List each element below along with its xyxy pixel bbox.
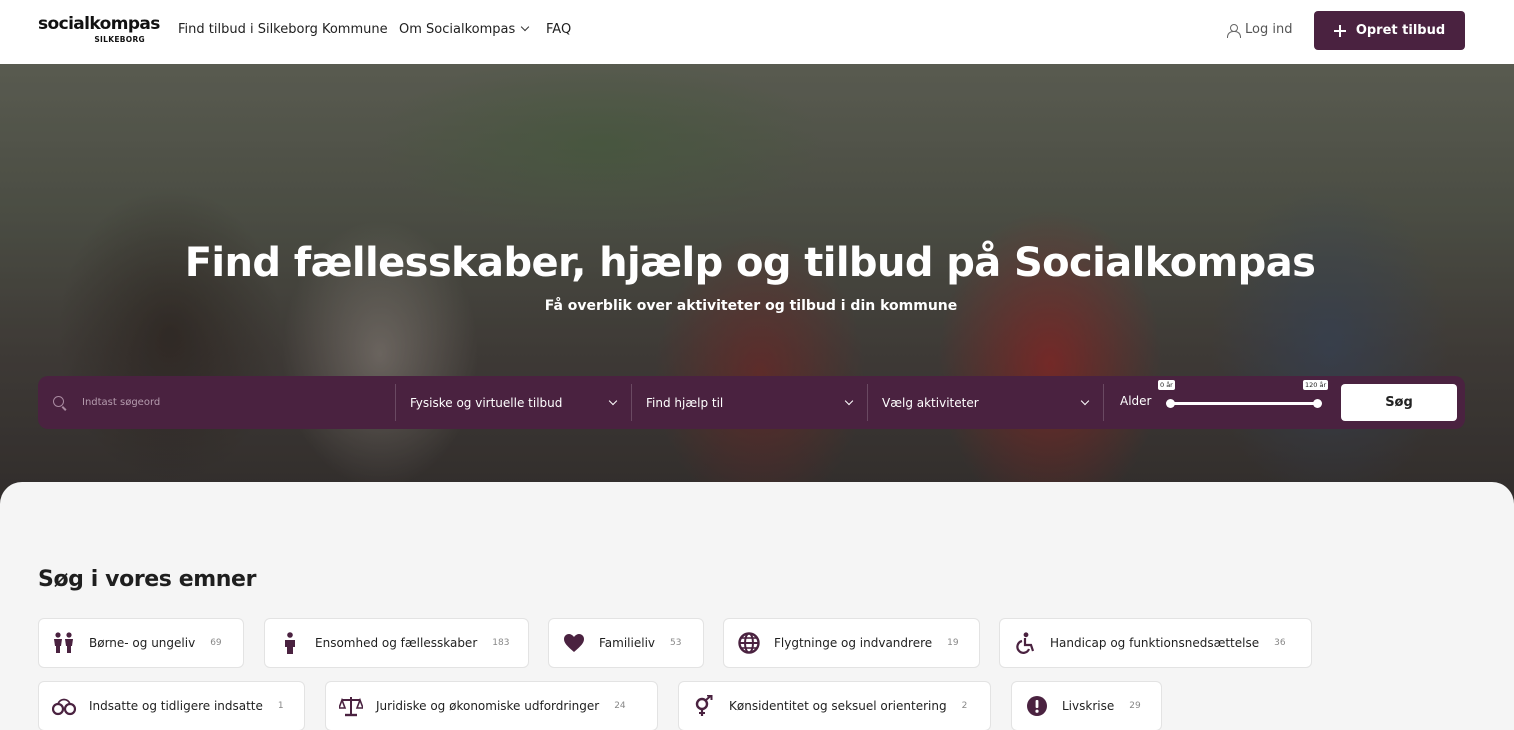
topic-count: 36 [1274,638,1286,648]
handcuffs-icon [52,694,76,718]
topic-chip[interactable]: Indsatte og tidligere indsatte 1 [38,681,305,730]
topic-count: 19 [947,638,959,648]
topic-label: Indsatte og tidligere indsatte [89,699,263,713]
age-max-tooltip: 120 år [1303,380,1329,390]
chevron-down-icon [521,22,530,32]
age-min-tooltip: 0 år [1158,380,1175,390]
create-offer-button[interactable]: Opret tilbud [1314,11,1465,50]
age-range-slider[interactable]: 0 år 120 år [1158,380,1329,408]
topic-chip[interactable]: Handicap og funktionsnedsættelse 36 [999,618,1312,668]
hero-subtitle: Få overblik over aktiviteter og tilbud i… [544,298,958,314]
topic-label: Livskrise [1062,699,1115,713]
hero-banner: Find fællesskaber, hjælp og tilbud på So… [0,64,1514,504]
topic-count: 2 [961,701,968,711]
globe-icon [737,631,761,655]
topic-chip[interactable]: Juridiske og økonomiske udfordringer 24 [325,681,658,730]
site-logo[interactable]: socialkompas SILKEBORG [38,14,160,48]
nav-find-tilbud[interactable]: Find tilbud i Silkeborg Kommune [178,21,388,39]
topic-chip[interactable]: Ensomhed og fællesskaber 183 [264,618,529,668]
gender-icon [692,694,716,718]
children-icon [52,631,76,655]
user-icon [1227,23,1241,38]
login-label: Log ind [1245,22,1293,37]
age-max-handle[interactable] [1313,399,1322,408]
topic-label: Handicap og funktionsnedsættelse [1050,636,1260,650]
help-dropdown[interactable]: Find hjælp til [631,376,867,429]
topic-label: Ensomhed og fællesskaber [315,636,478,650]
exclamation-icon [1025,694,1049,718]
site-header: socialkompas SILKEBORG Find tilbud i Sil… [0,0,1514,64]
topic-count: 69 [210,638,222,648]
topic-label: Familieliv [599,636,655,650]
hero-title: Find fællesskaber, hjælp og tilbud på So… [184,240,1316,286]
logo-wordmark: socialkompas [38,14,160,34]
topic-chip[interactable]: Livskrise 29 [1011,681,1162,730]
nav-om-label: Om Socialkompas [399,22,516,37]
search-button[interactable]: Søg [1341,384,1457,421]
login-link[interactable]: Log ind [1227,21,1292,39]
topic-count: 183 [492,638,510,648]
topic-chip[interactable]: Familieliv 53 [548,618,704,668]
activities-label: Vælg aktiviteter [882,395,979,410]
search-bar: Fysiske og virtuelle tilbud Find hjælp t… [38,376,1465,429]
chevron-down-icon [1080,396,1090,405]
scales-icon [339,694,363,718]
wheelchair-icon [1013,631,1037,655]
chevron-down-icon [608,396,618,405]
logo-subtitle: SILKEBORG [94,35,145,44]
topic-label: Kønsidentitet og seksuel orientering [729,699,947,713]
search-field[interactable] [38,376,395,429]
topic-chip[interactable]: Flygtninge og indvandrere 19 [723,618,980,668]
offer-type-label: Fysiske og virtuelle tilbud [410,395,563,410]
offer-type-dropdown[interactable]: Fysiske og virtuelle tilbud [395,376,631,429]
help-label: Find hjælp til [646,395,724,410]
search-icon [53,395,67,410]
age-min-handle[interactable] [1166,399,1175,408]
topic-count: 29 [1129,701,1141,711]
person-icon [278,631,302,655]
topic-chip[interactable]: Børne- og ungeliv 69 [38,618,244,668]
topic-count: 24 [614,701,626,711]
plus-icon [1333,24,1346,37]
age-label: Alder [1120,394,1152,408]
create-offer-label: Opret tilbud [1355,23,1446,38]
topics-section: Søg i vores emner Børne- og ungeliv 69 E… [0,482,1514,730]
nav-om-socialkompas[interactable]: Om Socialkompas [399,21,530,39]
topic-label: Børne- og ungeliv [89,636,196,650]
nav-faq[interactable]: FAQ [546,21,571,39]
topic-label: Juridiske og økonomiske udfordringer [376,699,600,713]
chevron-down-icon [844,396,854,405]
topic-label: Flygtninge og indvandrere [774,636,933,650]
topic-chip[interactable]: Kønsidentitet og seksuel orientering 2 [678,681,991,730]
heart-icon [562,631,586,655]
divider [1103,384,1104,421]
topics-title: Søg i vores emner [38,567,257,592]
activities-dropdown[interactable]: Vælg aktiviteter [867,376,1103,429]
search-input[interactable] [82,397,382,408]
topic-count: 53 [670,638,682,648]
topic-count: 1 [277,701,284,711]
